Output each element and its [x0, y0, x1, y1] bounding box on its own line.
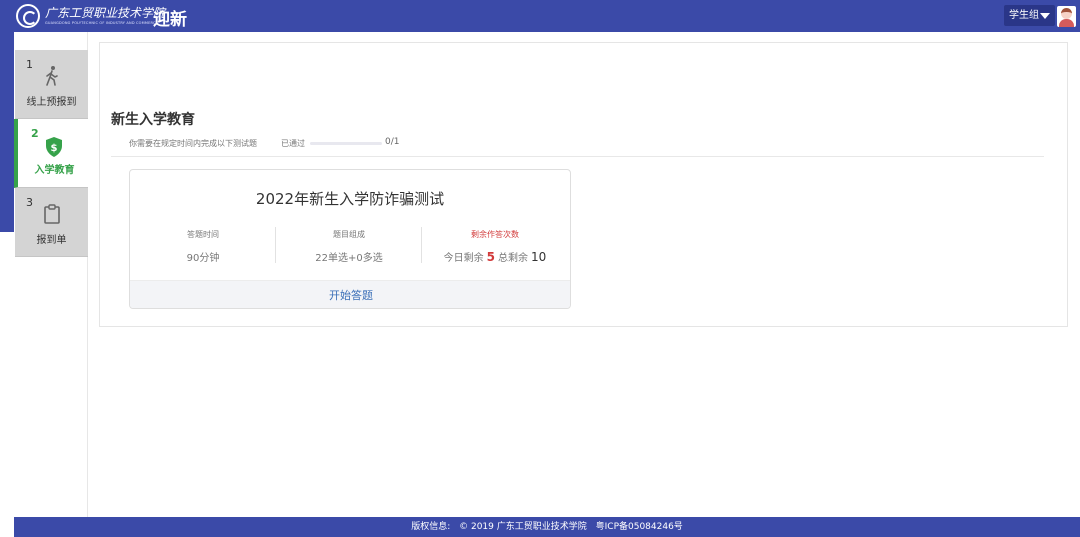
step-label: 报到单	[36, 235, 67, 246]
svg-text:$: $	[51, 143, 58, 154]
step-sidebar: 1 线上预报到 2 $ 入学教育 3 报到单	[14, 32, 88, 517]
quiz-card: 2022年新生入学防诈骗测试 答题时间 90分钟 题目组成 22单选+0多选 剩…	[129, 169, 571, 309]
walking-person-icon	[42, 65, 62, 87]
today-label: 今日剩余	[443, 253, 484, 264]
app-title: 迎新	[153, 10, 187, 30]
step-number: 2	[31, 127, 39, 140]
composition-label: 题目组成	[333, 230, 365, 239]
step-number: 1	[26, 58, 33, 71]
user-label: 学生组	[1009, 10, 1039, 21]
stat-remaining: 剩余作答次数 今日剩余 5 总剩余 10	[422, 229, 568, 265]
remaining-label: 剩余作答次数	[471, 230, 519, 239]
sidebar-step-education[interactable]: 2 $ 入学教育	[14, 119, 88, 188]
sidebar-step-registration-form[interactable]: 3 报到单	[15, 188, 88, 257]
time-label: 答题时间	[187, 230, 219, 239]
today-value: 5	[486, 250, 496, 264]
quiz-title: 2022年新生入学防诈骗测试	[255, 190, 445, 208]
composition-value: 22单选+0多选	[315, 253, 383, 264]
avatar[interactable]	[1057, 6, 1076, 27]
stat-composition: 题目组成 22单选+0多选	[276, 229, 422, 265]
progress-bar	[310, 142, 382, 145]
stat-time: 答题时间 90分钟	[130, 229, 276, 265]
total-label: 总剩余	[498, 253, 529, 264]
top-header: 广东工贸职业技术学院 GUANGDONG POLYTECHNIC OF INDU…	[0, 0, 1080, 32]
edge-strip	[0, 32, 14, 232]
user-menu-button[interactable]: 学生组	[1004, 5, 1055, 26]
total-value: 10	[531, 250, 547, 264]
clipboard-icon	[42, 203, 62, 225]
shield-dollar-icon: $	[44, 136, 64, 158]
page-footer: 版权信息: © 2019 广东工贸职业技术学院 粤ICP备05084246号	[14, 517, 1080, 537]
progress-text: 0/1	[385, 137, 400, 147]
caret-down-icon	[1040, 13, 1050, 19]
step-label: 线上预报到	[26, 97, 77, 108]
school-logo-icon	[16, 4, 40, 28]
sidebar-step-pre-registration[interactable]: 1 线上预报到	[15, 50, 88, 119]
time-value: 90分钟	[186, 253, 220, 264]
passed-label: 已通过	[281, 139, 305, 148]
divider	[111, 156, 1044, 157]
instructions-text: 你需要在规定时间内完成以下测试题	[129, 139, 257, 148]
page-title: 新生入学教育	[111, 112, 195, 128]
start-quiz-button[interactable]: 开始答题	[130, 280, 570, 308]
copyright-text: © 2019 广东工贸职业技术学院	[459, 522, 587, 532]
copyright-label: 版权信息:	[411, 522, 451, 532]
school-name-en: GUANGDONG POLYTECHNIC OF INDUSTRY AND CO…	[45, 21, 159, 25]
remaining-value: 今日剩余 5 总剩余 10	[422, 249, 568, 264]
icp-link[interactable]: 粤ICP备05084246号	[596, 522, 683, 532]
step-label: 入学教育	[34, 165, 75, 176]
step-number: 3	[26, 196, 33, 209]
school-name: 广东工贸职业技术学院	[45, 6, 166, 20]
